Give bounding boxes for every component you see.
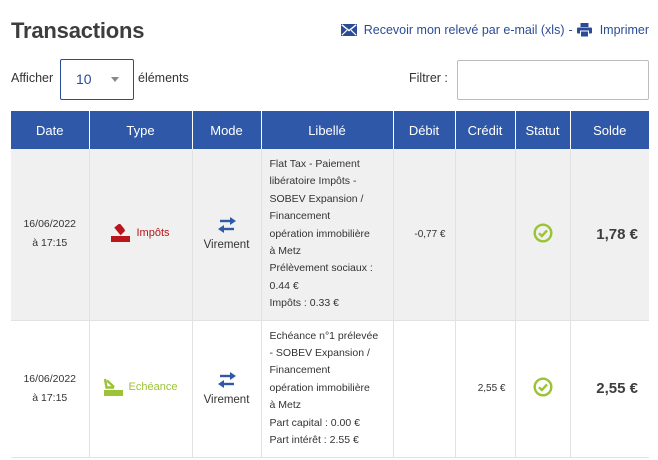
- balance-cell: 1,78 €: [570, 149, 649, 321]
- header-actions: Recevoir mon relevé par e-mail (xls) - I…: [340, 23, 649, 37]
- libelle-line: Part capital : 0.00 €: [269, 416, 360, 429]
- page-size-value: 10: [76, 71, 92, 87]
- transfer-arrows-icon: [217, 371, 236, 388]
- date-value: 16/06/2022: [23, 372, 77, 385]
- table-header-row: Date Type Mode Libellé Débit Crédit Stat…: [11, 111, 649, 149]
- libelle-line: Part intérêt : 2.55 €: [269, 434, 359, 447]
- libelle-line: à Metz: [269, 399, 302, 412]
- envelope-icon: [340, 24, 357, 36]
- mode-label: Virement: [203, 393, 250, 406]
- mode-cell: Virement: [192, 149, 262, 321]
- type-cell: Impôts: [89, 149, 193, 321]
- libelle-line: Echéance n°1 prélevée: [269, 329, 379, 342]
- debit-cell: -0,77 €: [393, 149, 456, 321]
- date-cell: 16/06/2022 à 17:15: [11, 320, 90, 458]
- due-icon: [103, 378, 123, 396]
- page-title: Transactions: [11, 18, 145, 43]
- libelle-line: Flat Tax - Paiement: [269, 157, 360, 170]
- transactions-table: Date Type Mode Libellé Débit Crédit Stat…: [11, 111, 649, 458]
- header-debit[interactable]: Débit: [392, 111, 456, 149]
- elements-label: éléments: [138, 71, 189, 85]
- header-mode[interactable]: Mode: [191, 111, 262, 149]
- header-credit[interactable]: Crédit: [454, 111, 516, 149]
- libelle-line: à Metz: [269, 244, 302, 257]
- printer-icon: [576, 23, 592, 37]
- type-label: Impôts: [136, 226, 170, 239]
- print-link[interactable]: Imprimer: [576, 23, 649, 37]
- status-cell: [515, 320, 571, 458]
- email-statement-link[interactable]: Recevoir mon relevé par e-mail (xls): [340, 23, 565, 37]
- libelle-line: Prélèvement sociaux :: [269, 262, 373, 275]
- libelle-cell: Flat Tax - Paiement libératoire Impôts -…: [261, 149, 394, 321]
- time-value: à 17:15: [32, 237, 68, 250]
- libelle-line: SOBEV Expansion /: [269, 192, 364, 205]
- mode-label: Virement: [203, 239, 250, 252]
- date-cell: 16/06/2022 à 17:15: [11, 149, 90, 321]
- libelle-line: Financement: [269, 364, 331, 377]
- page-size-select[interactable]: 10: [60, 59, 134, 100]
- table-row: 16/06/2022 à 17:15 Echéance Virement Ech…: [11, 320, 649, 458]
- header-statut[interactable]: Statut: [514, 111, 571, 149]
- link-separator: -: [568, 23, 573, 37]
- libelle-line: - SOBEV Expansion /: [269, 346, 370, 359]
- libelle-line: opération immobilière: [269, 381, 370, 394]
- credit-cell: 2,55 €: [455, 320, 516, 458]
- print-label: Imprimer: [599, 23, 649, 37]
- check-circle-icon: [532, 377, 553, 397]
- libelle-line: Financement: [269, 210, 331, 223]
- tax-icon: [111, 223, 131, 242]
- transfer-arrows-icon: [217, 217, 236, 234]
- credit-cell: [455, 149, 516, 321]
- table-row: 16/06/2022 à 17:15 Impôts Virement Flat …: [11, 149, 649, 321]
- email-statement-label: Recevoir mon relevé par e-mail (xls): [363, 23, 565, 37]
- show-label: Afficher: [11, 71, 54, 85]
- type-label: Echéance: [128, 381, 178, 393]
- libelle-line: 0.44 €: [269, 279, 299, 292]
- libelle-line: Impôts : 0.33 €: [269, 297, 339, 310]
- header-date[interactable]: Date: [11, 111, 90, 149]
- check-circle-icon: [532, 223, 553, 243]
- status-cell: [515, 149, 571, 321]
- libelle-line: libératoire Impôts -: [269, 175, 357, 188]
- date-value: 16/06/2022: [23, 218, 77, 231]
- filter-input[interactable]: [457, 60, 649, 100]
- libelle-cell: Echéance n°1 prélevée - SOBEV Expansion …: [261, 320, 394, 458]
- balance-cell: 2,55 €: [570, 320, 649, 458]
- filter-label: Filtrer :: [409, 71, 448, 85]
- type-cell: Echéance: [89, 320, 193, 458]
- header-type[interactable]: Type: [88, 111, 193, 149]
- libelle-line: opération immobilière: [269, 227, 370, 240]
- mode-cell: Virement: [192, 320, 262, 458]
- time-value: à 17:15: [32, 391, 68, 404]
- header-libelle[interactable]: Libellé: [260, 111, 394, 149]
- chevron-down-icon: [111, 77, 119, 82]
- header-solde[interactable]: Solde: [569, 111, 649, 149]
- debit-cell: [393, 320, 456, 458]
